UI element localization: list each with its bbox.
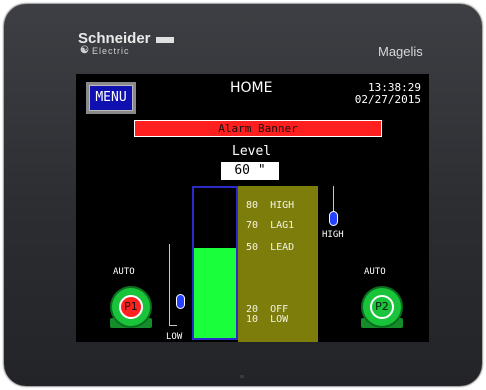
high-switch-line — [333, 186, 334, 212]
menu-button[interactable]: MENU — [86, 82, 136, 114]
tank-fill — [194, 248, 236, 338]
hmi-bezel: Schneider ☯ Electric Magelis MENU HOME 1… — [4, 4, 482, 386]
electric-logo-icon: ☯ — [80, 45, 89, 56]
pump1-mode: AUTO — [113, 267, 135, 277]
clock: 13:38:29 02/27/2015 — [355, 82, 421, 106]
low-float-icon — [176, 294, 185, 309]
clock-date: 02/27/2015 — [354, 93, 421, 106]
pump2-label: P2 — [370, 295, 394, 319]
pump2-mode: AUTO — [364, 267, 386, 277]
setpoint-row: 80 HIGH — [246, 200, 295, 211]
setpoint-row: 50 LEAD — [246, 242, 295, 253]
alarm-banner[interactable]: Alarm Banner — [134, 120, 382, 137]
brand-sub: Electric — [92, 46, 130, 56]
high-switch-label: HIGH — [322, 230, 344, 240]
low-switch-line — [169, 244, 170, 326]
page-title: HOME — [230, 80, 273, 96]
setpoint-panel: 80 HIGH 70 LAG1 50 LEAD 20 OFF 10 LOW — [238, 186, 318, 342]
pump1-label: P1 — [119, 295, 143, 319]
setpoint-row: 10 LOW — [246, 314, 289, 325]
tank-level-bar — [192, 186, 238, 340]
low-switch-line-foot — [169, 325, 177, 326]
low-switch-label: LOW — [166, 332, 183, 342]
hmi-screen: MENU HOME 13:38:29 02/27/2015 Alarm Bann… — [76, 74, 429, 342]
model-name: Magelis — [378, 44, 423, 59]
pump1-icon[interactable]: P1 — [112, 288, 150, 326]
level-label: Level — [232, 144, 272, 159]
setpoint-row: 70 LAG1 — [246, 220, 295, 231]
high-float-icon — [329, 211, 338, 226]
brand-logo-bar — [156, 37, 174, 43]
status-led — [240, 375, 244, 378]
level-readout: 60 " — [221, 162, 279, 180]
pump2-icon[interactable]: P2 — [363, 288, 401, 326]
